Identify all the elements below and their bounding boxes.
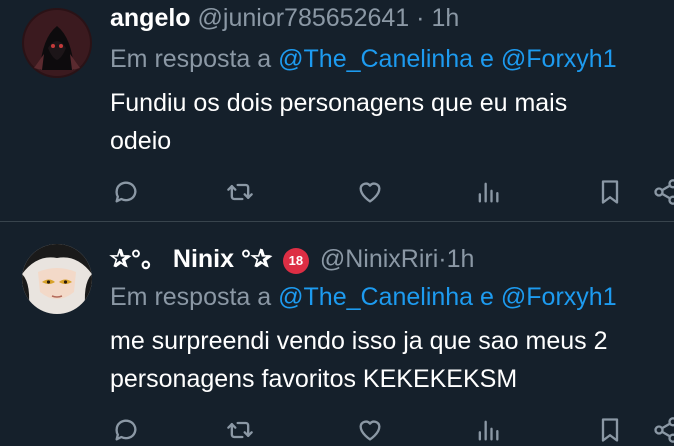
reply-button[interactable]	[110, 176, 142, 208]
retweet-button[interactable]	[224, 176, 256, 208]
avatar[interactable]	[22, 244, 92, 314]
reply-prefix: Em resposta a	[110, 45, 272, 73]
mention-link[interactable]: @Forxyh1	[501, 283, 617, 311]
separator: ·	[438, 245, 447, 273]
tweet-text: Fundiu os dois personagens que eu mais o…	[110, 84, 674, 160]
views-button[interactable]	[472, 176, 504, 208]
reply-icon	[115, 181, 137, 203]
views-icon	[478, 420, 499, 441]
like-button[interactable]	[354, 176, 386, 208]
reply-icon	[115, 419, 137, 441]
display-name[interactable]: angelo	[110, 4, 191, 32]
share-button[interactable]	[650, 176, 674, 208]
action-bar	[110, 414, 674, 446]
retweet-icon	[227, 183, 253, 201]
display-name-main: Ninix	[172, 245, 235, 273]
like-icon	[359, 420, 381, 441]
tweet-header: angelo @junior785652641 · 1h	[110, 0, 459, 36]
bookmark-button[interactable]	[594, 414, 626, 446]
tweet-text-line: Fundiu os dois personagens que eu mais	[110, 89, 568, 117]
display-name-prefix: ✰°。	[110, 245, 166, 273]
share-icon	[654, 417, 674, 443]
retweet-button[interactable]	[224, 414, 256, 446]
tweet-header: ✰°。 Ninix °✰ 18 @NinixRiri·1h	[110, 241, 474, 277]
tweet-text-line: personagens favoritos KEKEKEKSM	[110, 365, 518, 393]
mention-conjunction: e	[480, 283, 494, 311]
like-button[interactable]	[354, 414, 386, 446]
separator: ·	[416, 4, 425, 32]
display-name-suffix: °✰	[240, 245, 272, 273]
bookmark-icon	[601, 418, 619, 442]
tweet-text: me surpreendi vendo isso ja que sao meus…	[110, 322, 674, 398]
mention-conjunction: e	[480, 45, 494, 73]
divider	[0, 221, 674, 222]
mention-link[interactable]: @Forxyh1	[501, 45, 617, 73]
reply-context: Em resposta a @The_Canelinha e @Forxyh1	[110, 41, 617, 77]
timestamp[interactable]: 1h	[447, 245, 475, 273]
avatar[interactable]	[22, 8, 92, 78]
action-bar	[110, 176, 674, 208]
views-icon	[478, 182, 499, 203]
age-restriction-badge: 18	[282, 248, 309, 274]
bookmark-button[interactable]	[594, 176, 626, 208]
views-button[interactable]	[472, 414, 504, 446]
share-button[interactable]	[650, 414, 674, 446]
display-name[interactable]: ✰°。 Ninix °✰	[110, 245, 272, 273]
reply-button[interactable]	[110, 414, 142, 446]
tweet-text-line: odeio	[110, 127, 172, 155]
mention-link[interactable]: @The_Canelinha	[278, 283, 473, 311]
reply-tweet[interactable]: ✰°。 Ninix °✰ 18 @NinixRiri·1h Em respost…	[0, 223, 674, 446]
mention-link[interactable]: @The_Canelinha	[278, 45, 473, 73]
user-handle[interactable]: @NinixRiri	[320, 245, 438, 273]
bookmark-icon	[601, 180, 619, 204]
user-handle[interactable]: @junior785652641	[198, 4, 410, 32]
reply-context: Em resposta a @The_Canelinha e @Forxyh1	[110, 279, 617, 315]
like-icon	[359, 182, 381, 203]
tweet-text-line: me surpreendi vendo isso ja que sao meus…	[110, 327, 608, 355]
reply-prefix: Em resposta a	[110, 283, 272, 311]
retweet-icon	[227, 421, 253, 439]
timestamp[interactable]: 1h	[431, 4, 459, 32]
share-icon	[654, 179, 674, 205]
reply-tweet[interactable]: angelo @junior785652641 · 1h Em resposta…	[0, 0, 674, 222]
